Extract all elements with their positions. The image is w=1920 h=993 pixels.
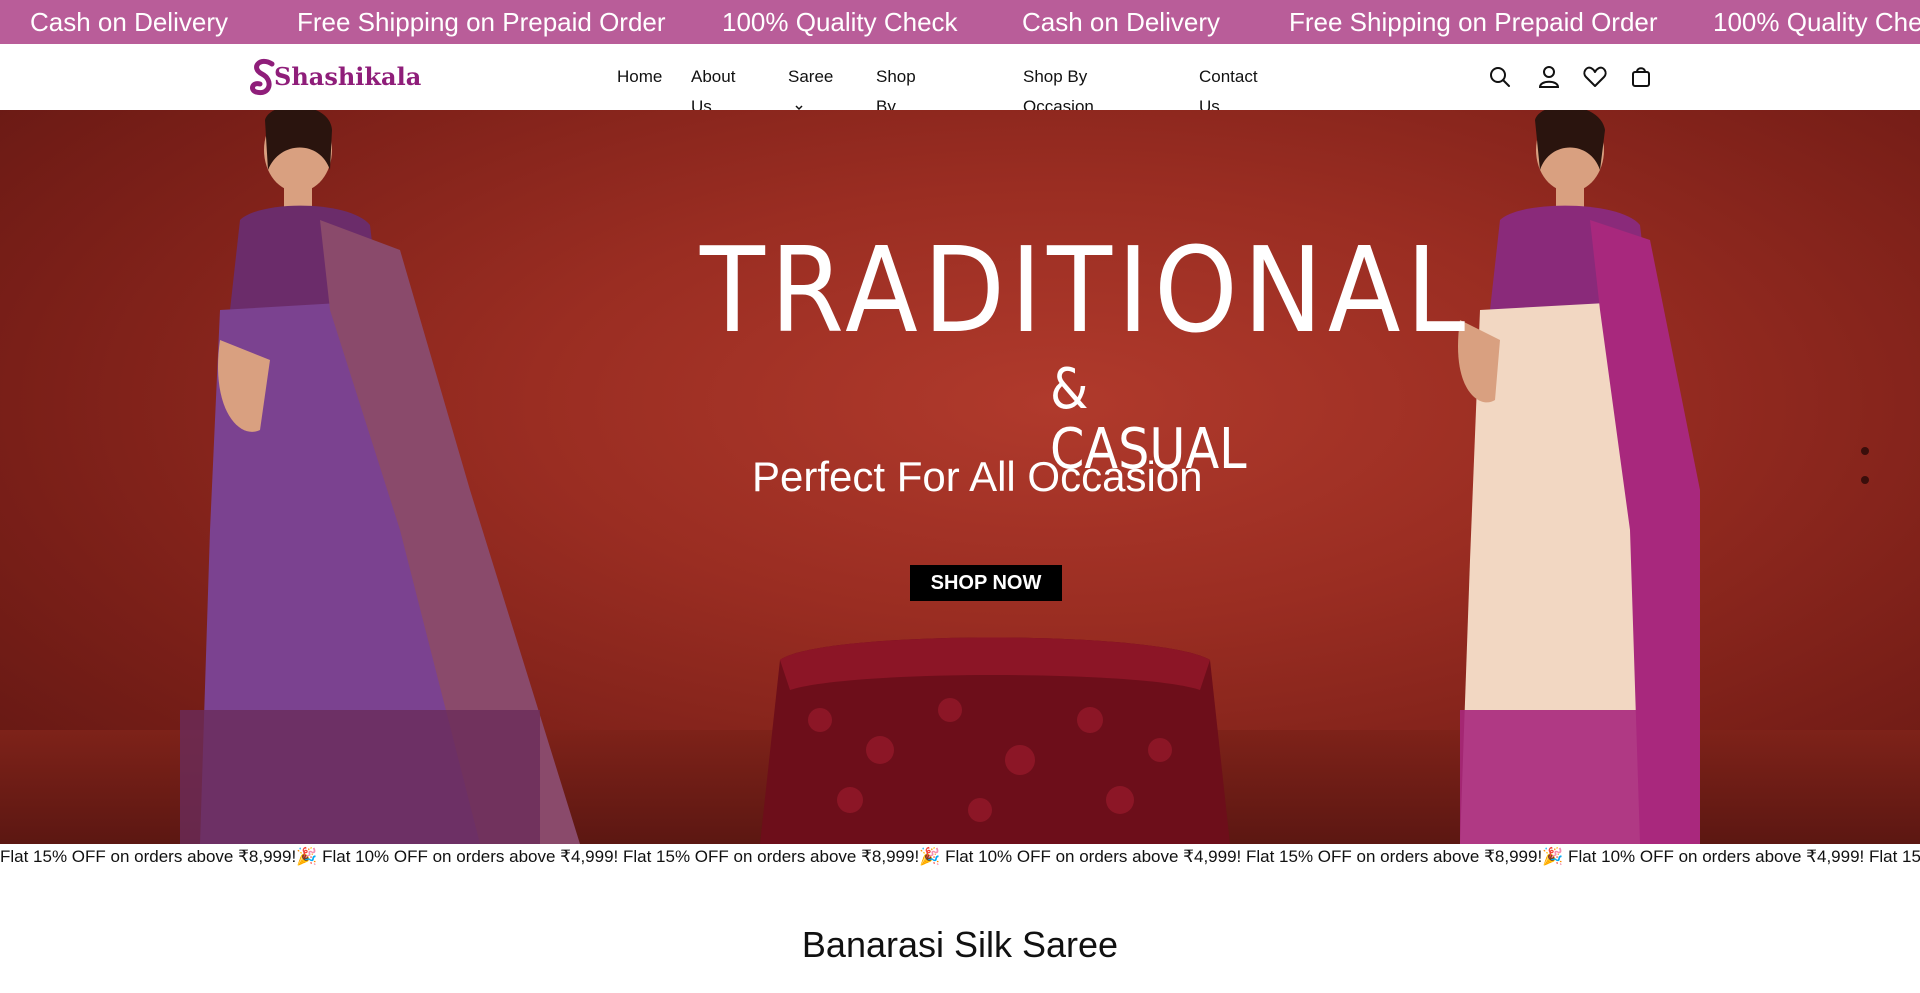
nav-home[interactable]: Home xyxy=(617,62,662,92)
announcement-item: Cash on Delivery xyxy=(30,7,228,37)
account-icon[interactable] xyxy=(1535,63,1563,91)
announcement-bar: Cash on Delivery Free Shipping on Prepai… xyxy=(0,0,1920,44)
nav-label: Saree xyxy=(788,67,834,86)
slider-dot[interactable] xyxy=(1861,447,1869,455)
nav-shop-by-occasion[interactable]: Shop By Occasion xyxy=(1023,62,1094,140)
announcement-item: Free Shipping on Prepaid Order xyxy=(297,7,666,37)
offer-ticker: Flat 15% OFF on orders above ₹8,999!🎉 Fl… xyxy=(0,844,1920,870)
logo-text: Shashikala xyxy=(274,62,422,91)
announcement-item: 100% Quality Check xyxy=(1713,7,1920,37)
wishlist-icon[interactable] xyxy=(1581,63,1609,91)
cart-icon[interactable] xyxy=(1627,63,1655,91)
slider-dot[interactable] xyxy=(1861,476,1869,484)
search-icon[interactable] xyxy=(1486,63,1514,91)
nav-about-us[interactable]: About Us xyxy=(691,62,735,116)
nav-saree[interactable]: Saree xyxy=(788,62,834,110)
announcement-item: Cash on Delivery xyxy=(1022,7,1220,37)
hero-title: TRADITIONAL xyxy=(700,221,1471,359)
nav-shop-by-price[interactable]: Shop By Price xyxy=(876,62,916,170)
hero-tagline: Perfect For All Occasion xyxy=(752,453,1203,500)
shop-now-button[interactable]: SHOP NOW xyxy=(910,565,1062,601)
model-image-left xyxy=(180,110,580,844)
announcement-item: 100% Quality Check xyxy=(722,7,958,37)
nav-contact-us[interactable]: Contact Us xyxy=(1199,62,1258,116)
section-title: Banarasi Silk Saree xyxy=(801,924,1119,965)
flower-podium-image xyxy=(760,637,1230,844)
brand-logo[interactable]: Shashikala xyxy=(250,54,421,100)
nav-label: Home xyxy=(617,67,663,86)
nav-label: Shop By Occasion xyxy=(1023,67,1094,116)
hero-banner: TRADITIONAL & CASUAL Perfect For All Occ… xyxy=(0,110,1920,844)
ticker-text: Flat 15% OFF on orders above ₹8,999!🎉 Fl… xyxy=(0,847,1920,866)
announcement-item: Free Shipping on Prepaid Order xyxy=(1289,7,1658,37)
